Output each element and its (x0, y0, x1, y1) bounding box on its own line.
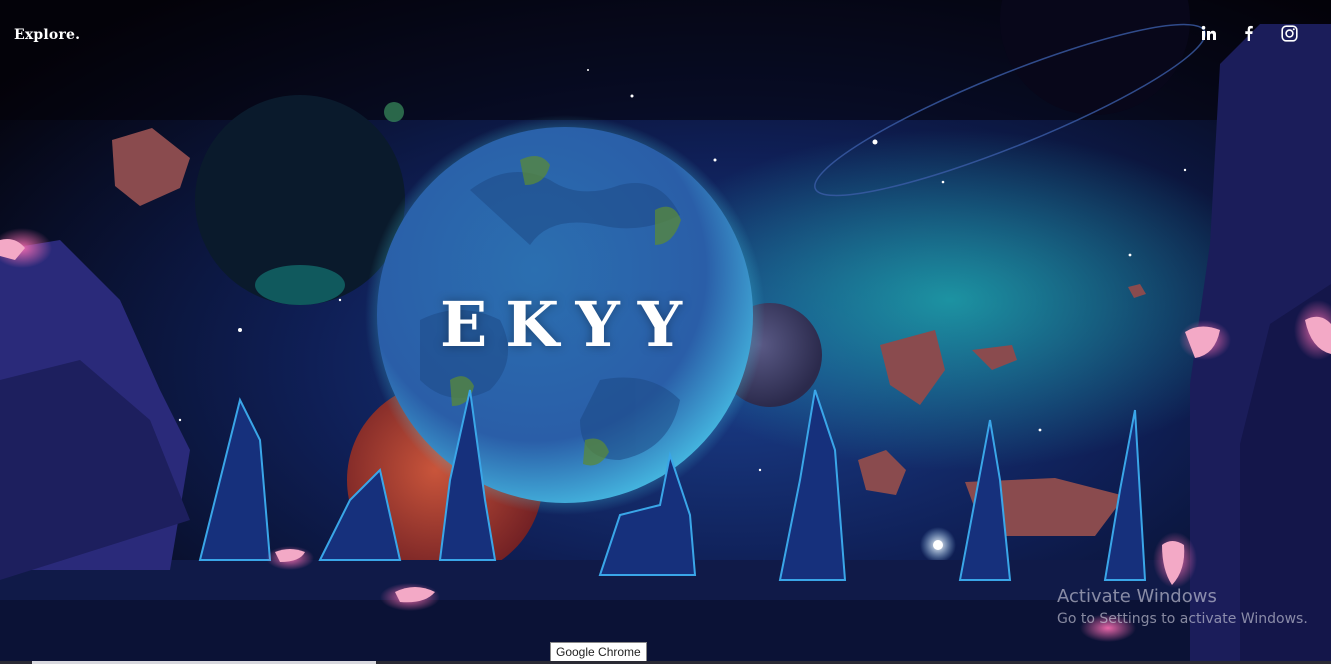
watermark-title: Activate Windows (1057, 586, 1217, 607)
instagram-icon (1280, 24, 1298, 42)
linkedin-icon (1201, 25, 1216, 40)
hero-title: EKYY (440, 288, 700, 361)
top-navbar: Explore. (0, 0, 1331, 70)
instagram-link[interactable] (1278, 22, 1300, 44)
taskbar-tooltip: Google Chrome (550, 642, 647, 663)
brand-logo-link[interactable]: Explore. (14, 27, 80, 43)
facebook-icon (1245, 25, 1253, 41)
page: Explore. EKYY Activate Windows Go to Set… (0, 0, 1331, 664)
linkedin-link[interactable] (1198, 22, 1220, 44)
facebook-link[interactable] (1238, 22, 1260, 44)
watermark-subtitle: Go to Settings to activate Windows. (1057, 611, 1308, 627)
windows-activation-watermark: Activate Windows Go to Settings to activ… (1057, 585, 1308, 629)
